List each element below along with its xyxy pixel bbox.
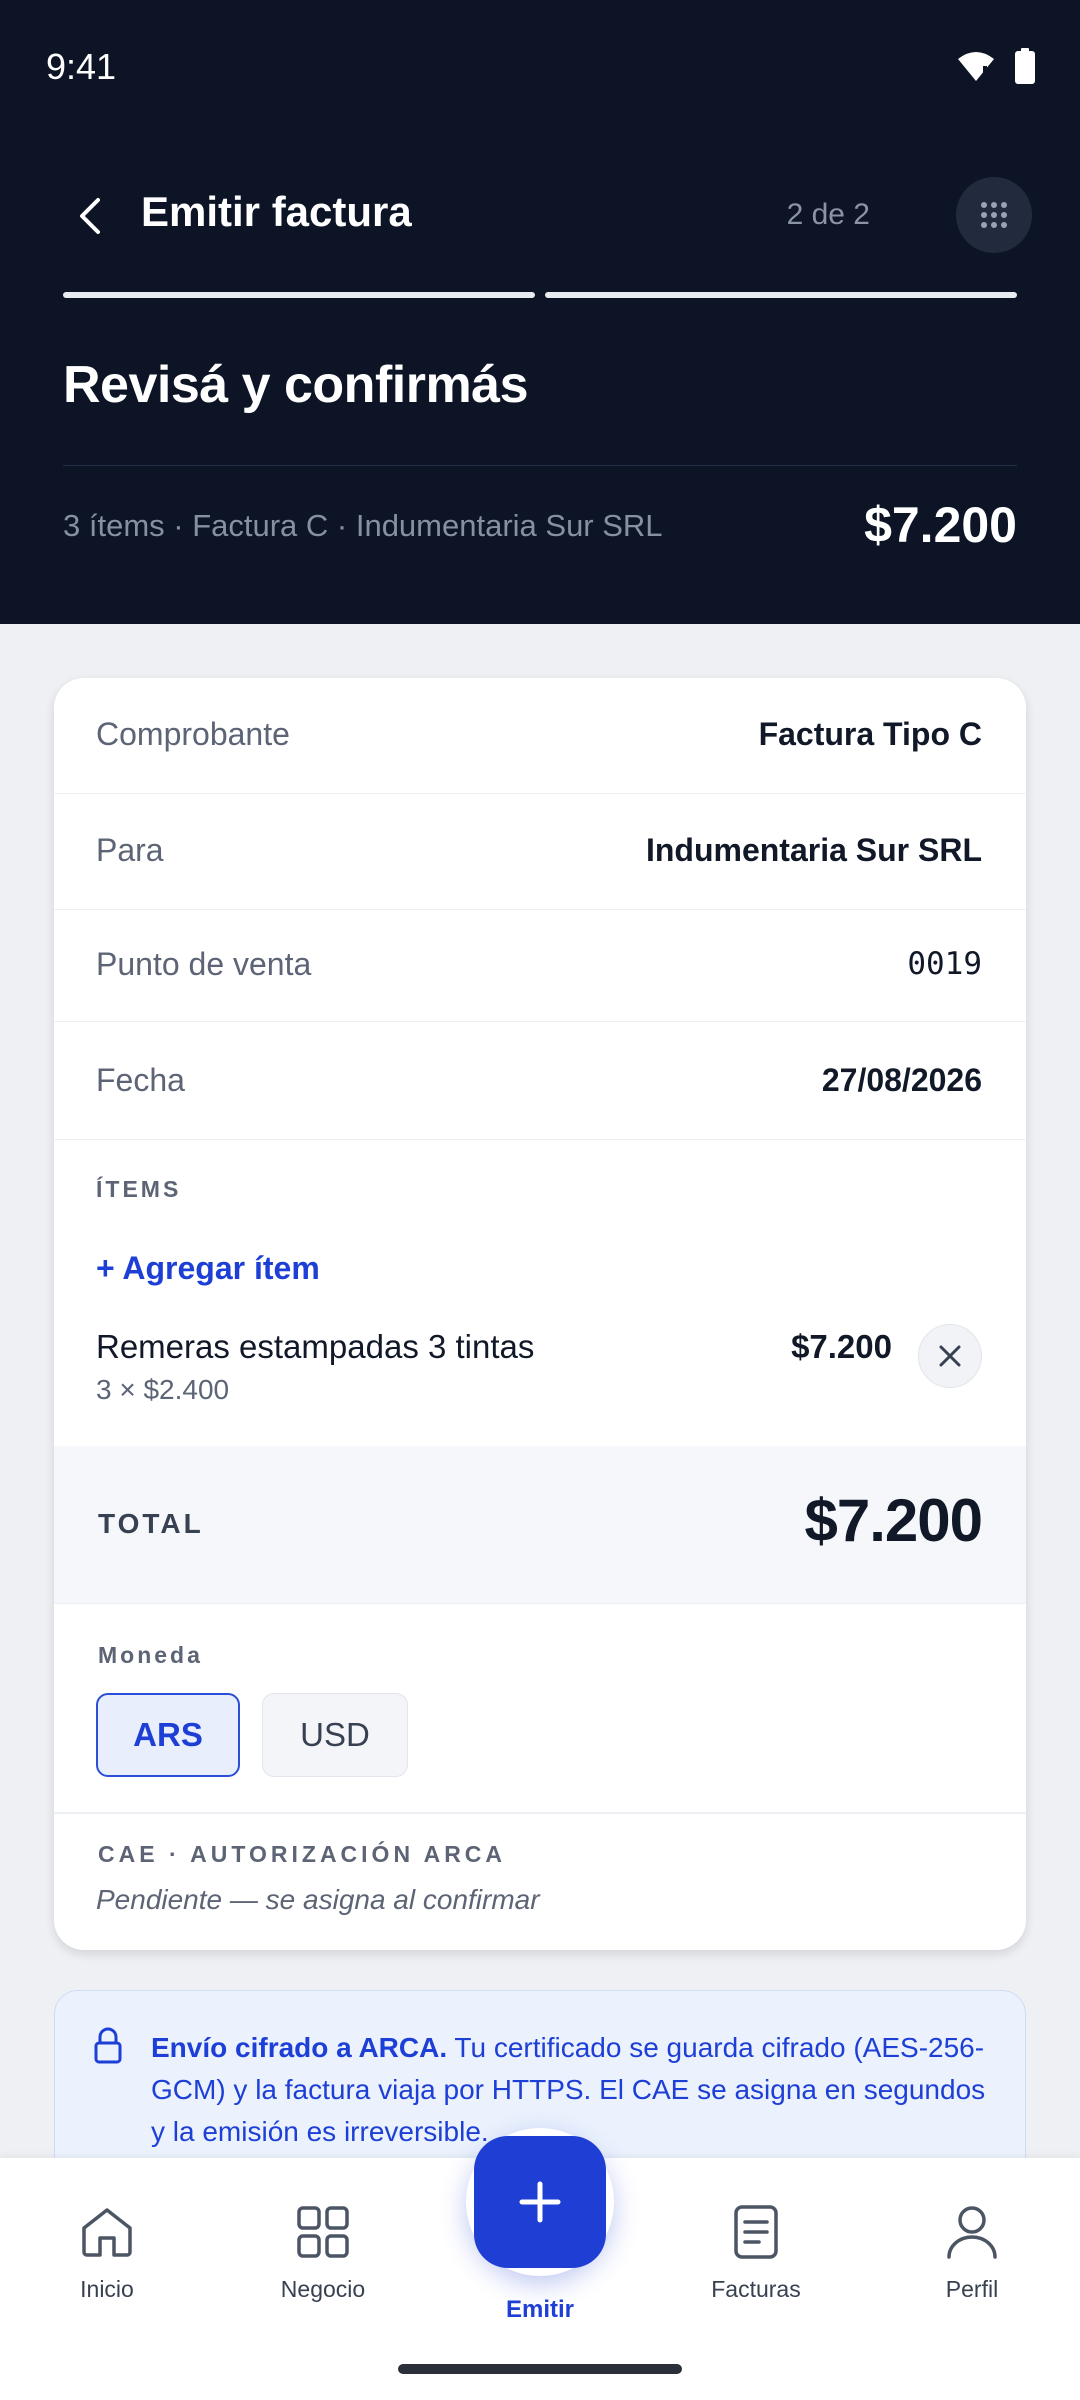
summary-total: $7.200 bbox=[864, 497, 1017, 553]
detail-label: Comprobante bbox=[96, 716, 290, 752]
detail-label: Punto de venta bbox=[96, 946, 312, 982]
total-row: TOTAL $7.200 bbox=[54, 1446, 1026, 1604]
currency-ars-button[interactable]: ARS bbox=[96, 1693, 240, 1777]
home-icon bbox=[27, 2202, 187, 2262]
step-progress bbox=[63, 292, 1017, 298]
detail-row-punto-venta: Punto de venta 0019 bbox=[54, 910, 1026, 1022]
apps-menu-button[interactable] bbox=[956, 177, 1032, 253]
detail-row-comprobante: Comprobante Factura Tipo C bbox=[54, 678, 1026, 794]
header-divider bbox=[63, 465, 1017, 466]
step-indicator: 2 de 2 bbox=[786, 198, 870, 231]
emit-label: Emitir bbox=[505, 2296, 574, 2323]
detail-row-fecha: Fecha 27/08/2026 bbox=[54, 1022, 1026, 1140]
nav-item-perfil[interactable]: Perfil bbox=[892, 2202, 1052, 2303]
wifi-icon bbox=[956, 49, 996, 88]
total-value: $7.200 bbox=[804, 1487, 983, 1554]
nav-item-negocio[interactable]: Negocio bbox=[243, 2202, 403, 2303]
top-nav: Emitir factura 2 de 2 bbox=[0, 170, 1080, 260]
status-icons bbox=[956, 48, 1036, 89]
lock-icon bbox=[93, 2027, 123, 2070]
currency-usd-button[interactable]: USD bbox=[262, 1693, 408, 1777]
detail-label: Para bbox=[96, 832, 164, 868]
progress-step-2 bbox=[545, 292, 1017, 298]
notice-title: Envío cifrado a ARCA. bbox=[151, 2032, 448, 2063]
nav-label: Inicio bbox=[80, 2276, 134, 2302]
close-icon bbox=[939, 1345, 961, 1367]
header: 9:41 Emitir factura 2 de 2 Revisá y conf… bbox=[0, 0, 1080, 624]
nav-item-inicio[interactable]: Inicio bbox=[27, 2202, 187, 2303]
detail-row-para: Para Indumentaria Sur SRL bbox=[54, 794, 1026, 910]
document-icon bbox=[676, 2202, 836, 2262]
detail-value: 0019 bbox=[907, 946, 982, 982]
add-item-button[interactable]: + Agregar ítem bbox=[96, 1250, 320, 1287]
page-title: Emitir factura bbox=[141, 188, 412, 235]
grid-icon bbox=[243, 2202, 403, 2262]
detail-value: 27/08/2026 bbox=[821, 1062, 982, 1098]
user-icon bbox=[892, 2202, 1052, 2262]
status-time: 9:41 bbox=[46, 46, 117, 87]
home-indicator bbox=[398, 2364, 682, 2374]
invoice-review-card: Comprobante Factura Tipo C Para Indument… bbox=[54, 678, 1026, 1950]
status-bar: 9:41 bbox=[0, 0, 1080, 140]
cae-status: Pendiente — se asigna al confirmar bbox=[96, 1884, 540, 1915]
detail-value: Factura Tipo C bbox=[758, 716, 982, 752]
nav-label: Facturas bbox=[711, 2276, 801, 2302]
detail-value: Indumentaria Sur SRL bbox=[645, 832, 982, 868]
dots-grid-icon bbox=[981, 202, 1007, 228]
remove-item-button[interactable] bbox=[918, 1324, 982, 1388]
invoice-summary: 3 ítems · Factura C · Indumentaria Sur S… bbox=[63, 508, 663, 543]
nav-item-facturas[interactable]: Facturas bbox=[676, 2202, 836, 2303]
review-heading: Revisá y confirmás bbox=[63, 356, 529, 414]
nav-label: Negocio bbox=[280, 2276, 366, 2302]
item-quantity-price: 3 × $2.400 bbox=[96, 1374, 230, 1405]
item-amount: $7.200 bbox=[791, 1328, 892, 1365]
nav-label: Perfil bbox=[945, 2276, 999, 2302]
plus-icon bbox=[519, 2181, 561, 2223]
progress-step-1 bbox=[63, 292, 535, 298]
currency-label: Moneda bbox=[98, 1642, 203, 1668]
detail-label: Fecha bbox=[96, 1062, 185, 1098]
cae-label: CAE · AUTORIZACIÓN ARCA bbox=[98, 1841, 507, 1867]
item-name: Remeras estampadas 3 tintas bbox=[96, 1328, 535, 1365]
total-label: TOTAL bbox=[98, 1508, 204, 1539]
chevron-left-icon bbox=[80, 198, 100, 234]
items-heading: ÍTEMS bbox=[96, 1176, 182, 1202]
back-button[interactable] bbox=[62, 188, 118, 244]
battery-icon bbox=[1014, 48, 1036, 89]
emit-button[interactable] bbox=[474, 2136, 606, 2268]
divider bbox=[54, 1812, 1026, 1814]
emit-fab[interactable] bbox=[466, 2128, 614, 2276]
